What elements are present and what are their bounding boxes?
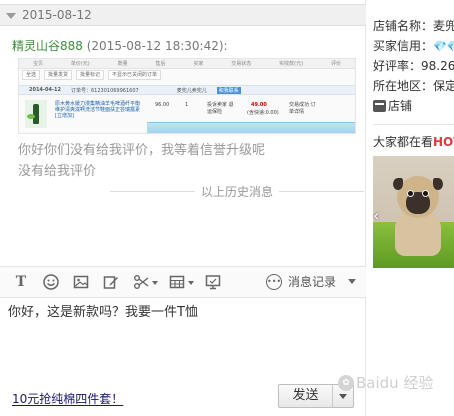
everyone-watching-title: 大家都在看HOT xyxy=(373,135,454,149)
date-label: 2015-08-12 xyxy=(22,8,92,22)
shop-info-panel: 店铺名称：麦兜 买家信用：💎💎 好评率：98.26 所在地区：保定 店铺 大家都… xyxy=(367,0,454,416)
collapse-icon[interactable] xyxy=(6,12,16,19)
highlight-bar xyxy=(147,122,355,133)
shop-region: 所在地区：保定 xyxy=(373,79,454,93)
shop-icon xyxy=(373,100,386,112)
order-table-header: 宝贝 单价(元) 数量 售后 买家 交易状态 实收款(元) 评价 xyxy=(19,59,355,69)
shop-link[interactable]: 店铺 xyxy=(373,98,412,114)
buyer-credit: 买家信用：💎💎 xyxy=(373,38,454,55)
message-text: 没有给我评价 xyxy=(18,164,97,179)
message-text: 你好你们没有给我评价，我等着信誉升级呢 xyxy=(18,143,266,158)
scissors-icon[interactable] xyxy=(132,273,158,291)
chat-bubble-icon: ••• xyxy=(265,273,282,290)
carousel-prev-icon[interactable]: ‹ xyxy=(373,206,379,225)
send-label: 发送 xyxy=(279,385,333,407)
edit-icon[interactable] xyxy=(102,273,120,291)
baidu-watermark: ✿ Baidu 经验 xyxy=(338,372,433,393)
recommended-product-image[interactable] xyxy=(373,156,454,268)
promo-link[interactable]: 10元抢纯棉四件套！ xyxy=(12,390,123,407)
order-row-header: 2014-04-12 订单号：612301069961607 麦兜儿卖兜儿 和我… xyxy=(19,85,355,95)
message-input[interactable]: 你好，这是新款吗？我要一件T恤 xyxy=(8,304,358,322)
message-records-button[interactable]: ••• 消息记录 xyxy=(265,273,356,290)
order-tabs: 全选 批量发货 批量标记 不显示已关闭的订单 xyxy=(19,69,355,81)
paw-icon: ✿ xyxy=(338,374,354,391)
diamond-icon: 💎💎 xyxy=(433,40,454,53)
table-icon[interactable] xyxy=(168,273,194,291)
product-description: 原木黄水媛刀漫集精油羊毛啤酒纤平衡维护清爽滋啊洗洁节鞋面扶正芸瑞露素[立增加] xyxy=(55,101,141,119)
font-icon[interactable]: T xyxy=(12,273,30,291)
chat-panel: 2015-08-12 精灵山谷888 (2015-08-12 18:30:42)… xyxy=(0,0,366,416)
screen-capture-icon[interactable] xyxy=(204,273,222,291)
shop-name: 店铺名称：麦兜 xyxy=(373,19,454,33)
message-header: 精灵山谷888 (2015-08-12 18:30:42): xyxy=(12,38,228,54)
records-label: 消息记录 xyxy=(287,275,336,289)
positive-rate: 好评率：98.26 xyxy=(373,59,454,73)
history-divider: 以上历史消息 xyxy=(110,182,365,200)
image-icon[interactable] xyxy=(72,273,90,291)
date-divider[interactable]: 2015-08-12 xyxy=(0,4,366,26)
message-time: (2015-08-12 18:30:42): xyxy=(86,39,228,53)
divider xyxy=(373,124,454,125)
chevron-down-icon xyxy=(339,393,347,399)
input-toolbar: T ••• 消息记录 xyxy=(0,266,366,298)
order-screenshot-image[interactable]: 宝贝 单价(元) 数量 售后 买家 交易状态 实收款(元) 评价 全选 批量发货… xyxy=(18,58,356,134)
sender-name[interactable]: 精灵山谷888 xyxy=(12,39,83,53)
chevron-down-icon[interactable] xyxy=(348,279,356,284)
emoji-icon[interactable] xyxy=(42,273,60,291)
product-thumbnail xyxy=(25,100,47,128)
